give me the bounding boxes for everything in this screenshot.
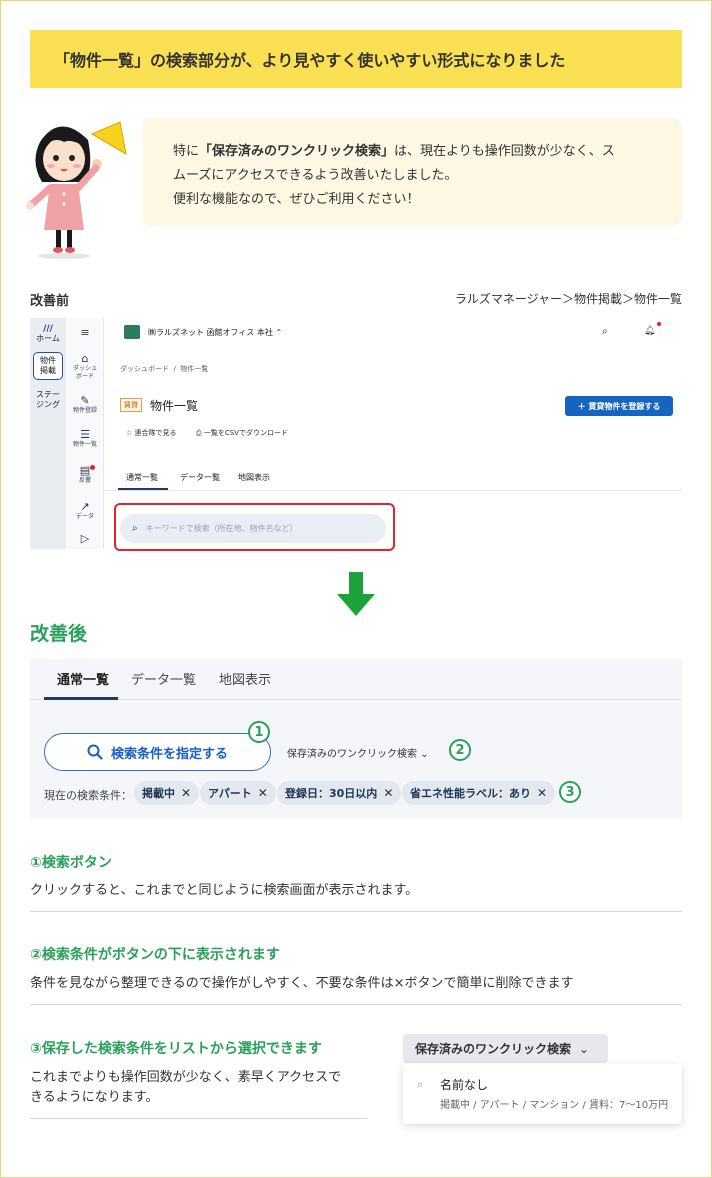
home-logo-icon: /// [43, 324, 53, 334]
headline-banner: 「物件一覧」の検索部分が、より見やすく使いやすい形式になりました [30, 30, 682, 88]
current-conditions-label: 現在の検索条件： [44, 789, 132, 802]
condition-chip[interactable]: 掲載中 ✕ [134, 781, 200, 805]
company-switcher[interactable]: ㈱ラルズネット 函館オフィス 本社 ⌃ [148, 327, 282, 338]
page-title: 物件一覧 [150, 399, 199, 413]
tab-divider [104, 490, 682, 491]
headline-text: 「物件一覧」の検索部分が、より見やすく使いやすい形式になりました [54, 51, 566, 70]
message-icon: ▤ [79, 464, 91, 477]
sub-list[interactable]: ☰ 物件一覧 [66, 428, 104, 449]
speech-bold: 「保存済みのワンクリック検索」 [199, 144, 395, 159]
search-conditions-button[interactable]: 検索条件を指定する [44, 733, 271, 771]
close-icon[interactable]: ✕ [383, 786, 393, 800]
section-3-title: ③保存した検索条件をリストから選択できます [30, 1041, 322, 1057]
sub-nav: ≡ ⌂ ダッシュ ボード ✎ 物件登録 ☰ 物件一覧 ▤ 反響 ↗ データ ▷ [66, 318, 104, 549]
csv-download-link[interactable]: ⎙ 一覧をCSVでダウンロード [196, 428, 288, 438]
notification-dot [657, 322, 661, 326]
search-conditions-label: 検索条件を指定する [110, 746, 228, 762]
speech-line3: 便利な機能なので、ぜひご利用ください！ [173, 192, 420, 207]
callout-number-1: 1 [248, 721, 270, 743]
active-tab-underline [44, 697, 118, 700]
saved-search-dropdown[interactable]: 保存済みのワンクリック検索 ⌄ [287, 745, 429, 760]
condition-chip[interactable]: 登録日：30日以内 ✕ [277, 781, 402, 805]
tab-map[interactable]: 地図表示 [219, 669, 271, 688]
response-badge [90, 465, 95, 470]
section-1-title: ①検索ボタン [30, 855, 112, 871]
speech-line1-rest: は、現在よりも操作回数が少なく、ス [394, 144, 615, 159]
chevron-updown-icon: ⌃ [275, 328, 283, 337]
app-rail: /// ホーム 物件 掲載 ステー ジング [30, 318, 66, 549]
rail-home[interactable]: /// ホーム [33, 324, 63, 344]
highlight-box [114, 503, 395, 551]
close-icon[interactable]: ✕ [181, 786, 191, 800]
section-2-title: ②検索条件がボタンの下に表示されます [30, 947, 280, 963]
contacts-link[interactable]: ☆ 連合隊で見る [126, 428, 177, 438]
divider [30, 1004, 682, 1005]
section-3-text-line1: これまでよりも操作回数が少なく、素早くアクセスで [30, 1070, 342, 1085]
printer-icon: ⎙ [196, 429, 204, 437]
home-icon: ⌂ [81, 352, 89, 365]
tab-normal-list[interactable]: 通常一覧 [57, 669, 109, 688]
before-breadcrumb: ラルズマネージャー＞物件掲載＞物件一覧 [454, 292, 682, 306]
sub-dashboard[interactable]: ⌂ ダッシュ ボード [66, 352, 104, 381]
rail-listing[interactable]: 物件 掲載 [33, 352, 63, 380]
before-label: 改善前 [30, 294, 70, 309]
trend-icon: ↗ [80, 500, 90, 513]
speech-line2: ムーズにアクセスできるよう改善いたしました。 [173, 168, 458, 183]
menu-item-name[interactable]: 名前なし [440, 1076, 488, 1093]
close-icon[interactable]: ✕ [537, 786, 547, 800]
saved-search-menu: ⌕ 名前なし 掲載中 / アパート / マンション / 賃料：7〜10万円 [403, 1064, 682, 1124]
search-icon [87, 744, 103, 760]
speech-bubble: 特に「保存済みのワンクリック検索」は、現在よりも操作回数が少なく、ス ムーズにア… [143, 118, 682, 226]
speech-prefix: 特に [173, 144, 200, 159]
sub-response[interactable]: ▤ 反響 [66, 464, 104, 485]
sub-menu[interactable]: ≡ [66, 326, 104, 339]
saved-search-dropdown-demo[interactable]: 保存済みのワンクリック検索 ⌄ [403, 1034, 608, 1063]
menu-item-detail: 掲載中 / アパート / マンション / 賃料：7〜10万円 [440, 1100, 669, 1111]
tab-normal-list[interactable]: 通常一覧 [126, 472, 158, 483]
down-arrow-icon [337, 572, 375, 616]
callout-number-2: 2 [449, 739, 471, 761]
close-icon[interactable]: ✕ [258, 786, 268, 800]
flag-icon: ▷ [80, 532, 90, 545]
divider [30, 1118, 367, 1119]
sub-register[interactable]: ✎ 物件登録 [66, 394, 104, 415]
section-3-text-line2: きるようになります。 [30, 1090, 159, 1105]
after-label: 改善後 [30, 623, 88, 645]
list-icon: ☰ [80, 428, 90, 441]
tab-data-list[interactable]: データ一覧 [131, 669, 196, 688]
sub-data[interactable]: ↗ データ [66, 500, 104, 521]
building-icon [124, 325, 140, 339]
page-breadcrumb: ダッシュボード / 物件一覧 [120, 365, 209, 373]
menu-icon: ≡ [80, 326, 90, 339]
guide-girl-illustration [26, 121, 127, 259]
bell-icon[interactable]: 🔔︎ [644, 326, 655, 336]
chevron-down-icon: ⌄ [579, 1041, 590, 1056]
tab-data-list[interactable]: データ一覧 [180, 472, 220, 483]
register-button[interactable]: ＋ 賃貸物件を登録する [565, 396, 673, 416]
pencil-icon: ✎ [80, 394, 90, 407]
after-tabs: 通常一覧 データ一覧 地図表示 [30, 659, 682, 700]
condition-chip[interactable]: 省エネ性能ラベル：あり ✕ [402, 781, 556, 805]
after-panel: 通常一覧 データ一覧 地図表示 検索条件を指定する 1 保存済みのワンクリック検… [30, 659, 682, 818]
tab-map[interactable]: 地図表示 [238, 472, 270, 483]
sub-flag[interactable]: ▷ [66, 532, 104, 545]
condition-chip[interactable]: アパート ✕ [200, 781, 276, 805]
search-icon: ⌕ [417, 1078, 424, 1091]
callout-number-3: 3 [559, 781, 581, 803]
divider [30, 911, 682, 912]
chevron-down-icon: ⌄ [420, 749, 429, 760]
section-1-text: クリックすると、これまでと同じように検索画面が表示されます。 [30, 883, 419, 898]
type-badge: 賃貸 [120, 398, 142, 412]
section-2-text: 条件を見ながら整理できるので操作がしやすく、不要な条件は×ボタンで簡単に削除でき… [30, 976, 574, 991]
search-icon[interactable]: ⌕ [602, 326, 608, 337]
rail-staging[interactable]: ステー ジング [33, 390, 63, 410]
